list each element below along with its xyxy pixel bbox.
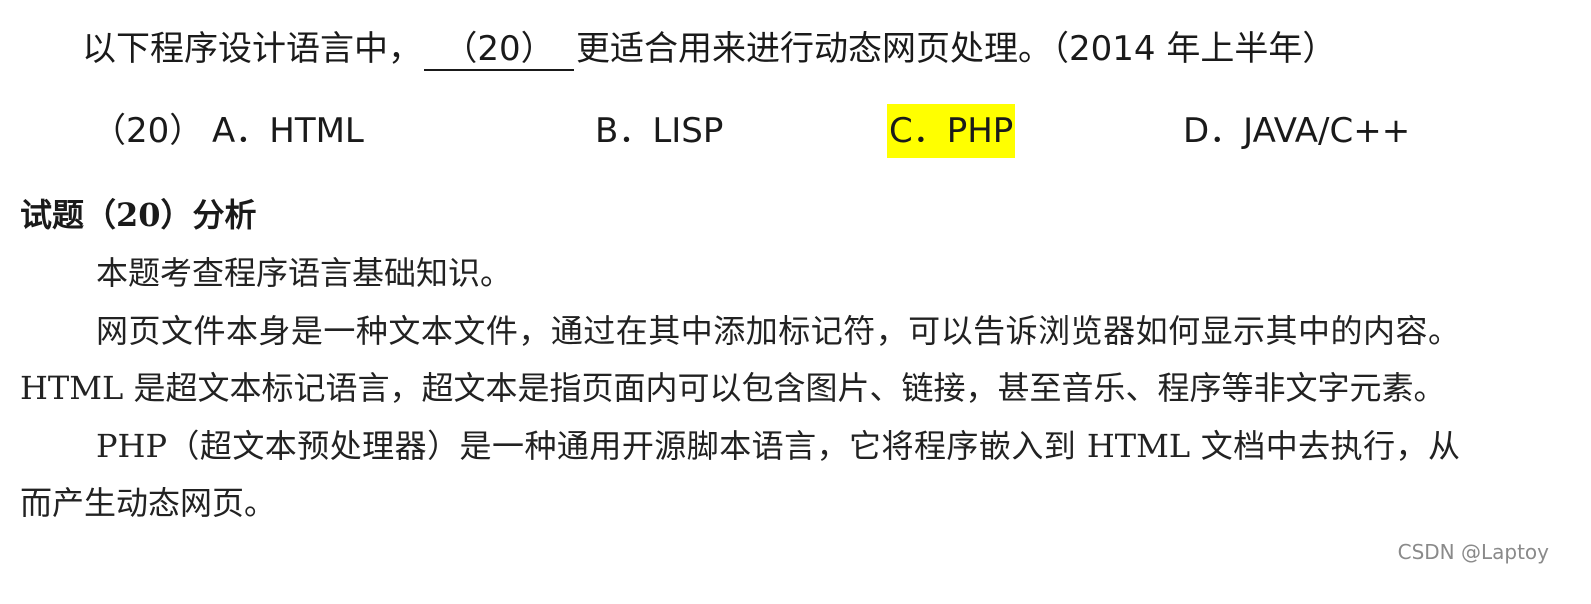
question-text: 以下程序设计语言中， （20） 更适合用来进行动态网页处理。（2014 年上半年）: [82, 26, 1336, 72]
option-b: B．LISP: [595, 111, 724, 151]
option-d: D．JAVA/C++: [1183, 111, 1411, 151]
watermark: CSDN @Laptoy: [1397, 540, 1549, 564]
analysis-paragraph: 本题考查程序语言基础知识。: [96, 254, 513, 292]
analysis-paragraph: PHP（超文本预处理器）是一种通用开源脚本语言，它将程序嵌入到 HTML 文档中…: [20, 426, 1460, 523]
answer-options: （20） A．HTML B．LISP C．PHP D．JAVA/C++: [0, 104, 1591, 158]
option-a: A．HTML: [212, 111, 364, 151]
analysis-body: 本题考查程序语言基础知识。 网页文件本身是一种文本文件，通过在其中添加标记符，可…: [20, 245, 1460, 533]
analysis-title: 试题（20）分析: [20, 196, 257, 234]
option-c-highlighted: C．PHP: [887, 104, 1016, 158]
option-number: （20）: [92, 111, 204, 151]
question-blank: （20）: [424, 29, 574, 71]
analysis-paragraph: 网页文件本身是一种文本文件，通过在其中添加标记符，可以告诉浏览器如何显示其中的内…: [20, 311, 1460, 408]
question-suffix: 更适合用来进行动态网页处理。（2014 年上半年）: [576, 29, 1337, 69]
question-prefix: 以下程序设计语言中，: [82, 29, 422, 69]
